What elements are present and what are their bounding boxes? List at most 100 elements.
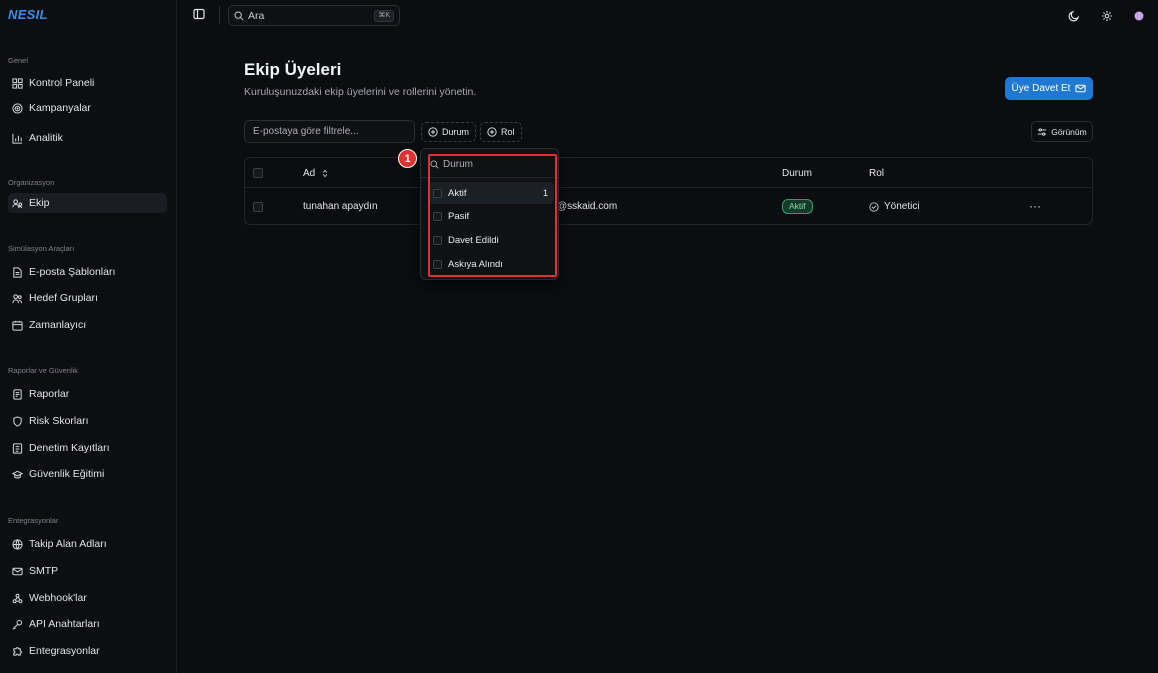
status-badge: Aktif — [782, 199, 813, 214]
sidebar-item-email-templates[interactable]: E-posta Şablonları — [8, 262, 167, 282]
annotation-number-badge: 1 — [398, 149, 417, 168]
invite-member-label: Üye Davet Et — [1011, 83, 1071, 94]
status-option-passive[interactable]: Pasif — [429, 205, 554, 227]
search-icon — [430, 159, 439, 169]
file-icon — [13, 266, 22, 278]
status-search-placeholder: Durum — [443, 158, 474, 170]
sidebar-item-security-training[interactable]: Güvenlik Eğitimi — [8, 464, 167, 484]
status-filter-chip[interactable]: Durum — [421, 122, 477, 142]
column-name-label: Ad — [303, 168, 316, 179]
sidebar-item-label: Zamanlayıcı — [29, 319, 87, 331]
sidebar-section-simulation: Simülasyon Araçları — [8, 244, 75, 253]
sidebar-item-api-keys[interactable]: API Anahtarları — [8, 614, 167, 634]
sidebar-section-integrations: Entegrasyonlar — [8, 516, 59, 525]
sidebar-item-label: Hedef Grupları — [29, 292, 98, 304]
option-label: Davet Edildi — [448, 234, 499, 246]
sidebar-section-general: Genel — [8, 56, 29, 65]
member-role-label: Yönetici — [884, 201, 920, 212]
sidebar-toggle-icon — [193, 8, 205, 20]
sidebar-item-reports[interactable]: Raporlar — [8, 384, 167, 404]
members-table: Ad Durum Rol tunahan apaydın @sskaid.com… — [244, 157, 1093, 225]
sidebar-item-analytics[interactable]: Analitik — [8, 128, 167, 148]
column-header-role: Rol — [869, 168, 885, 179]
role-filter-label: Rol — [501, 127, 515, 137]
sidebar-item-label: Kontrol Paneli — [29, 77, 95, 89]
invite-member-button[interactable]: Üye Davet Et — [1005, 77, 1093, 100]
calendar-icon — [12, 320, 23, 331]
sidebar-item-label: Raporlar — [29, 388, 70, 400]
row-actions-button[interactable]: ··· — [1029, 199, 1041, 213]
column-header-status: Durum — [782, 168, 813, 179]
dropdown-divider — [421, 177, 558, 178]
sidebar: NESIL Genel Kontrol Paneli Kampanyalar A… — [0, 0, 177, 673]
sidebar-item-dashboard[interactable]: Kontrol Paneli — [8, 73, 167, 93]
column-header-name[interactable]: Ad — [303, 168, 329, 179]
webhook-icon — [12, 593, 23, 603]
sidebar-item-campaigns[interactable]: Kampanyalar — [8, 98, 167, 118]
option-label: Aktif — [448, 187, 467, 199]
sidebar-item-audit-logs[interactable]: Denetim Kayıtları — [8, 438, 167, 458]
status-option-suspended[interactable]: Askıya Alındı — [429, 253, 554, 275]
sidebar-item-smtp[interactable]: SMTP — [8, 561, 167, 581]
sidebar-item-webhooks[interactable]: Webhook'lar — [8, 588, 167, 608]
settings-icon[interactable] — [1101, 10, 1113, 22]
table-row[interactable]: tunahan apaydın @sskaid.com Aktif Yöneti… — [245, 189, 1092, 224]
search-icon — [234, 11, 244, 21]
search-label: Ara — [248, 9, 265, 22]
member-email: @sskaid.com — [557, 201, 618, 212]
status-filter-dropdown: Durum Aktif 1 Pasif Davet Edildi Askıya … — [420, 148, 559, 280]
sidebar-item-tracking-domains[interactable]: Takip Alan Adları — [8, 534, 167, 554]
globe-icon — [12, 538, 23, 550]
status-filter-label: Durum — [442, 127, 470, 137]
sidebar-item-label: API Anahtarları — [29, 618, 100, 630]
target-icon — [12, 102, 23, 114]
view-options-label: Görünüm — [1051, 126, 1087, 137]
sidebar-item-label: Denetim Kayıtları — [29, 442, 110, 454]
grid-icon — [12, 77, 23, 89]
option-count: 1 — [542, 188, 548, 198]
sidebar-item-label: SMTP — [29, 565, 59, 577]
sidebar-item-target-groups[interactable]: Hedef Grupları — [8, 288, 167, 308]
theme-toggle-icon[interactable] — [1068, 10, 1080, 22]
sidebar-item-label: Entegrasyonlar — [29, 645, 100, 657]
group-icon — [12, 293, 23, 303]
sliders-icon — [1038, 127, 1047, 136]
sidebar-item-scheduler[interactable]: Zamanlayıcı — [8, 315, 167, 335]
option-label: Askıya Alındı — [448, 258, 503, 270]
app-logo[interactable]: NESIL — [8, 7, 48, 22]
email-filter-input[interactable] — [244, 120, 415, 143]
sidebar-section-organization: Organizasyon — [8, 178, 55, 187]
plus-circle-icon — [487, 127, 497, 137]
status-search-input[interactable]: Durum — [430, 155, 550, 173]
option-checkbox[interactable] — [433, 259, 442, 269]
report-icon — [13, 388, 22, 400]
sidebar-item-label: Webhook'lar — [29, 592, 87, 604]
global-search[interactable]: Ara ⌘K — [228, 5, 400, 26]
sidebar-item-integrations[interactable]: Entegrasyonlar — [8, 641, 167, 661]
key-icon — [12, 619, 23, 629]
option-checkbox[interactable] — [433, 235, 442, 245]
page-title: Ekip Üyeleri — [244, 60, 342, 79]
sidebar-item-risk-scores[interactable]: Risk Skorları — [8, 411, 167, 431]
sidebar-item-label: E-posta Şablonları — [29, 266, 116, 278]
row-checkbox[interactable] — [253, 202, 263, 212]
sidebar-toggle-button[interactable] — [191, 6, 207, 22]
view-options-button[interactable]: Görünüm — [1031, 121, 1093, 142]
option-checkbox[interactable] — [433, 211, 442, 221]
avatar[interactable] — [1133, 10, 1145, 22]
select-all-checkbox[interactable] — [253, 168, 263, 178]
sidebar-item-label: Risk Skorları — [29, 415, 89, 427]
sidebar-item-team[interactable]: Ekip — [8, 193, 167, 213]
plus-circle-icon — [428, 127, 438, 137]
option-checkbox[interactable] — [433, 188, 442, 198]
status-option-invited[interactable]: Davet Edildi — [429, 229, 554, 251]
users-icon — [12, 198, 23, 208]
status-option-active[interactable]: Aktif 1 — [429, 182, 554, 204]
chart-icon — [12, 133, 23, 144]
sort-icon — [323, 169, 328, 178]
option-label: Pasif — [448, 210, 470, 222]
page-subtitle: Kuruluşunuzdaki ekip üyelerini ve roller… — [244, 86, 477, 98]
sidebar-item-label: Kampanyalar — [29, 102, 91, 114]
role-filter-chip[interactable]: Rol — [480, 122, 522, 142]
mail-icon — [12, 567, 23, 575]
